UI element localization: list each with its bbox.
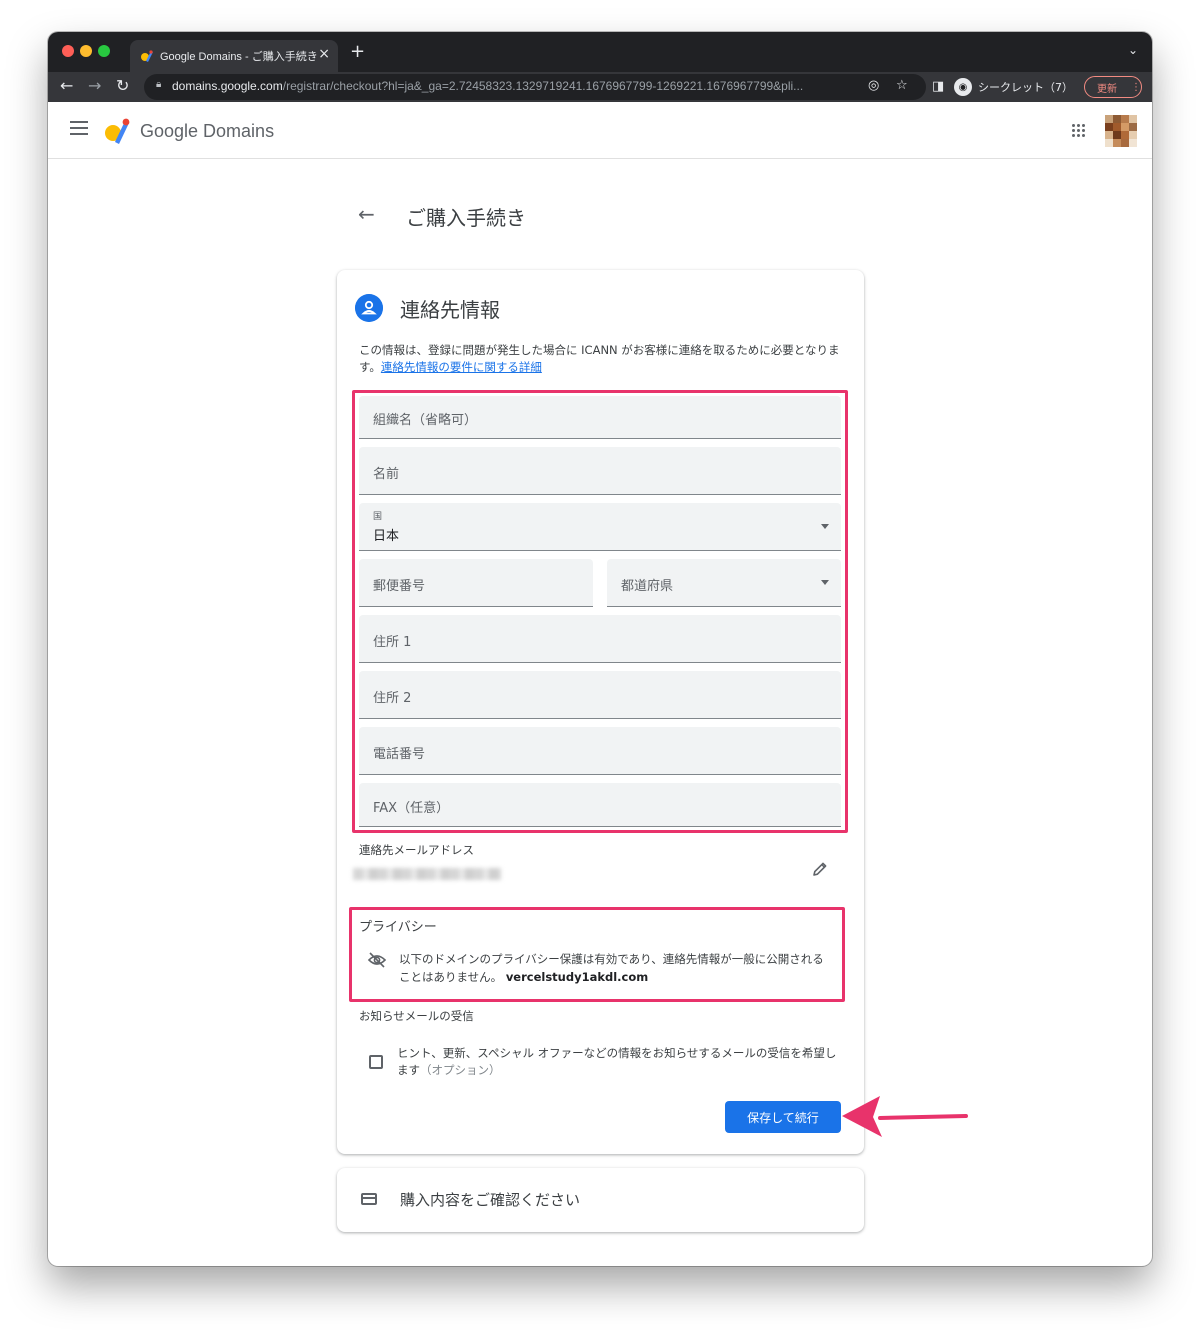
maximize-window-icon[interactable] bbox=[98, 45, 110, 57]
credit-card-icon bbox=[361, 1193, 377, 1205]
organization-field[interactable]: 組織名（省略可） bbox=[359, 396, 841, 439]
dropdown-caret-icon bbox=[821, 579, 829, 585]
hamburger-menu-icon[interactable] bbox=[70, 121, 88, 135]
fax-field[interactable]: FAX（任意） bbox=[359, 783, 841, 827]
google-domains-logo-icon bbox=[105, 118, 130, 144]
newsletter-label: お知らせメールの受信 bbox=[359, 1009, 474, 1023]
browser-window: Google Domains - ご購入手続き × + ⌄ ← → ↻ 🔒︎ d… bbox=[48, 32, 1152, 1266]
tab-title: Google Domains - ご購入手続き bbox=[160, 51, 318, 63]
prefecture-select[interactable]: 都道府県 bbox=[607, 559, 841, 607]
forward-icon[interactable]: → bbox=[88, 76, 101, 95]
address1-placeholder: 住所 1 bbox=[373, 635, 412, 650]
postal-code-field[interactable]: 郵便番号 bbox=[359, 559, 593, 607]
contact-info-card: 連絡先情報 この情報は、登録に問題が発生した場合に ICANN がお客様に連絡を… bbox=[337, 270, 864, 1154]
brand-name: Google Domains bbox=[140, 121, 275, 141]
email-label: 連絡先メールアドレス bbox=[359, 843, 474, 857]
edit-pencil-icon[interactable] bbox=[811, 860, 829, 878]
back-arrow-icon[interactable]: ← bbox=[358, 202, 375, 226]
incognito-icon: ◉ bbox=[954, 78, 972, 96]
person-icon bbox=[355, 294, 383, 322]
avatar[interactable] bbox=[1105, 115, 1137, 147]
bookmark-star-icon[interactable]: ☆ bbox=[896, 78, 908, 93]
tab-strip: Google Domains - ご購入手続き × + ⌄ bbox=[48, 32, 1152, 72]
address1-field[interactable]: 住所 1 bbox=[359, 615, 841, 663]
browser-toolbar: ← → ↻ 🔒︎ domains.google.com/registrar/ch… bbox=[48, 72, 1152, 102]
address2-placeholder: 住所 2 bbox=[373, 691, 412, 706]
newsletter-checkbox[interactable] bbox=[369, 1055, 383, 1069]
requirements-link[interactable]: 連絡先情報の要件に関する詳細 bbox=[381, 360, 542, 374]
privacy-title: プライバシー bbox=[359, 920, 437, 935]
new-tab-icon[interactable]: + bbox=[350, 41, 365, 62]
newsletter-text: ヒント、更新、スペシャル オファーなどの情報をお知らせするメールの受信を希望しま… bbox=[397, 1045, 841, 1079]
name-placeholder: 名前 bbox=[373, 467, 400, 482]
minimize-window-icon[interactable] bbox=[80, 45, 92, 57]
name-field[interactable]: 名前 bbox=[359, 447, 841, 495]
google-domains-favicon-icon bbox=[141, 50, 153, 62]
app-header: Google Domains bbox=[48, 102, 1152, 159]
lock-icon: 🔒︎ bbox=[156, 79, 162, 90]
phone-placeholder: 電話番号 bbox=[373, 747, 426, 762]
country-value: 日本 bbox=[373, 529, 400, 544]
privacy-text: 以下のドメインのプライバシー保護は有効であり、連絡先情報が一般に公開されることは… bbox=[399, 950, 835, 986]
side-panel-icon[interactable]: ◨ bbox=[932, 79, 944, 94]
back-icon[interactable]: ← bbox=[60, 76, 73, 95]
url-path: /registrar/checkout?hl=ja&_ga=2.72458323… bbox=[282, 79, 804, 93]
review-card[interactable]: 購入内容をご確認ください bbox=[337, 1168, 864, 1232]
email-value-redacted bbox=[353, 868, 501, 880]
tab-search-chevron-icon[interactable]: ⌄ bbox=[1128, 43, 1138, 57]
update-label: 更新 bbox=[1097, 83, 1117, 95]
incognito-label: シークレット（7） bbox=[978, 81, 1073, 94]
reload-icon[interactable]: ↻ bbox=[116, 76, 129, 95]
address-bar[interactable]: 🔒︎ domains.google.com/registrar/checkout… bbox=[144, 74, 926, 100]
incognito-indicator[interactable]: ◉ シークレット（7） bbox=[954, 75, 1073, 99]
browser-tab[interactable]: Google Domains - ご購入手続き × bbox=[130, 40, 338, 72]
prefecture-placeholder: 都道府県 bbox=[621, 579, 674, 594]
organization-placeholder: 組織名（省略可） bbox=[373, 413, 478, 428]
url-text: domains.google.com/registrar/checkout?hl… bbox=[172, 79, 803, 93]
intro-text: この情報は、登録に問題が発生した場合に ICANN がお客様に連絡を取るために必… bbox=[359, 342, 849, 376]
save-and-continue-button[interactable]: 保存して続行 bbox=[725, 1101, 841, 1133]
eye-off-icon[interactable]: ◎ bbox=[868, 78, 879, 93]
close-tab-icon[interactable]: × bbox=[318, 46, 330, 62]
page-title: ご購入手続き bbox=[406, 206, 526, 230]
annotation-arrow-icon bbox=[842, 1096, 968, 1137]
dropdown-caret-icon bbox=[821, 523, 829, 529]
address2-field[interactable]: 住所 2 bbox=[359, 671, 841, 719]
country-label: 国 bbox=[373, 512, 383, 522]
country-select[interactable]: 国 日本 bbox=[359, 503, 841, 551]
section-title: 連絡先情報 bbox=[400, 298, 500, 322]
review-title: 購入内容をご確認ください bbox=[400, 1191, 581, 1209]
privacy-domain: vercelstudy1akdl.com bbox=[505, 970, 649, 984]
visibility-off-icon bbox=[367, 952, 387, 968]
more-vert-icon: ⋮ bbox=[1131, 81, 1141, 93]
postal-code-placeholder: 郵便番号 bbox=[373, 579, 426, 594]
update-button[interactable]: 更新 ⋮ bbox=[1084, 76, 1142, 98]
url-host: domains.google.com bbox=[172, 79, 283, 93]
newsletter-optional: （オプション） bbox=[420, 1063, 501, 1077]
phone-field[interactable]: 電話番号 bbox=[359, 727, 841, 775]
fax-placeholder: FAX（任意） bbox=[373, 801, 450, 816]
close-window-icon[interactable] bbox=[62, 45, 74, 57]
apps-grid-icon[interactable] bbox=[1072, 124, 1086, 138]
